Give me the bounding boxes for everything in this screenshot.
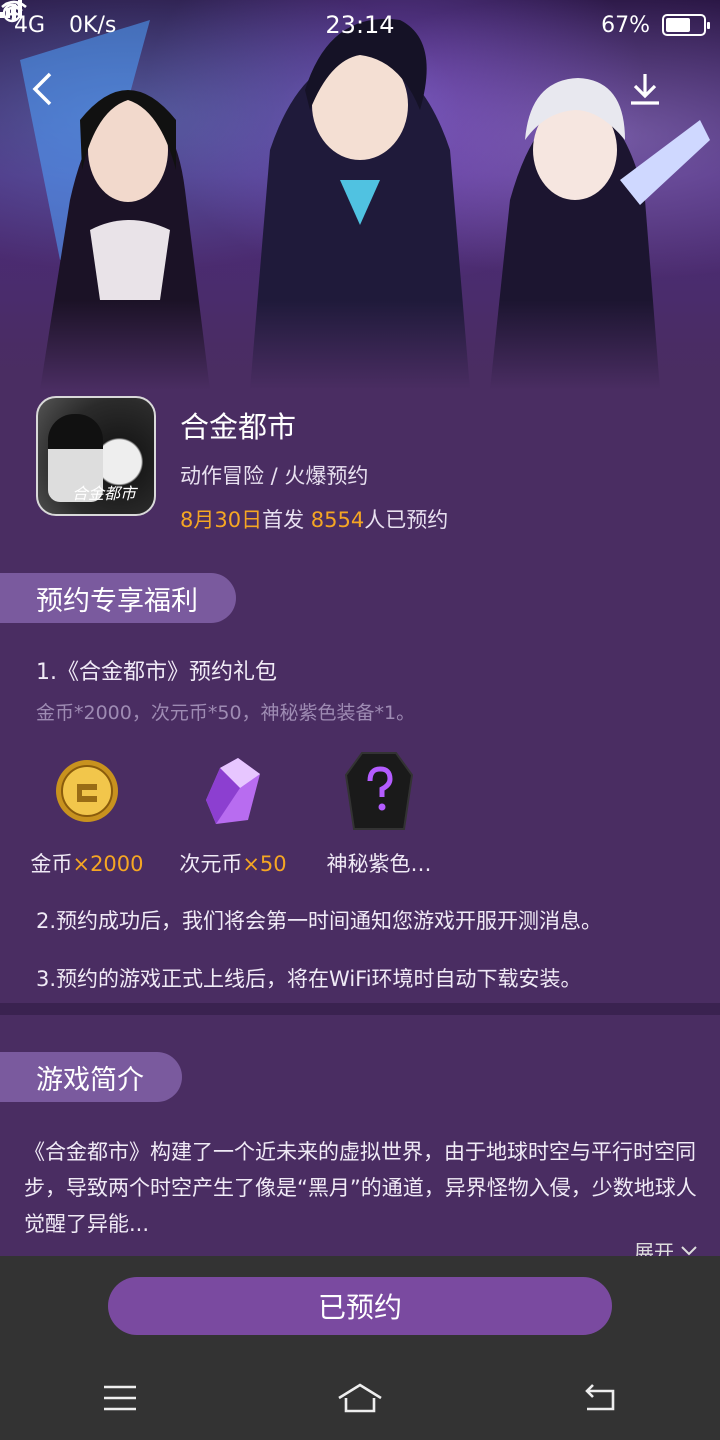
reservation-suffix: 人已预约: [364, 508, 449, 532]
reward-name: 神秘紫色…: [326, 852, 432, 876]
network-speed: 0K/s: [69, 12, 117, 38]
battery-icon: [662, 14, 710, 36]
app-icon-logo: 合金都市: [72, 484, 137, 503]
app-title: 合金都市: [180, 410, 297, 444]
gift-pack-title: 1.《合金都市》预约礼包: [36, 660, 277, 685]
download-button[interactable]: [628, 72, 678, 122]
app-icon: 合金都市: [36, 396, 156, 516]
reward-name: 金币: [30, 852, 73, 876]
reserved-button[interactable]: 已预约: [108, 1277, 612, 1335]
reservation-count: 8554: [310, 508, 365, 532]
purple-crystal-icon: [206, 758, 260, 824]
battery-percent: 67%: [601, 12, 650, 38]
return-icon: [585, 1384, 615, 1411]
benefit-note-3: 3.预约的游戏正式上线后，将在WiFi环境时自动下载安装。: [36, 967, 582, 991]
gift-pack-description: 金币*2000，次元币*50，神秘紫色装备*1。: [36, 702, 416, 724]
home-button[interactable]: [330, 1373, 390, 1423]
benefits-section-title: 预约专享福利: [0, 573, 236, 623]
download-icon: [631, 74, 659, 105]
app-category: 动作冒险 / 火爆预约: [180, 464, 369, 488]
system-nav-bar: [0, 1356, 720, 1440]
home-icon: [338, 1383, 382, 1413]
reward-item: 神秘紫色…: [306, 748, 452, 878]
game-description: 《合金都市》构建了一个近未来的虚拟世界，由于地球时空与平行时空同步，导致两个时空…: [24, 1140, 697, 1236]
battery-fill: [666, 18, 691, 32]
chevron-down-icon: [681, 1245, 697, 1255]
gold-coin-icon: [56, 760, 118, 822]
back-nav-button[interactable]: [570, 1373, 630, 1423]
reward-item: 次元币×50: [160, 748, 306, 878]
mystery-armor-icon: [344, 752, 414, 830]
reward-item: 金币×2000: [14, 748, 160, 878]
reward-list: 金币×2000 次元币×50 神秘紫色…: [14, 748, 452, 878]
status-bar: 4G 0K/s 23:14 67%: [0, 0, 720, 50]
back-button[interactable]: [30, 72, 80, 122]
reward-name: 次元币: [179, 852, 243, 876]
chevron-left-icon: [32, 72, 52, 106]
intro-section-title: 游戏简介: [0, 1052, 182, 1102]
release-date: 8月30日: [180, 508, 263, 532]
reward-quantity: ×2000: [72, 852, 144, 876]
release-suffix: 首发: [262, 508, 305, 532]
menu-icon: [104, 1385, 136, 1411]
app-info: 合金都市 合金都市 动作冒险 / 火爆预约 8月30日首发 8554人已预约: [36, 396, 448, 534]
menu-button[interactable]: [90, 1373, 150, 1423]
benefit-note-2: 2.预约成功后，我们将会第一时间通知您游戏开服开测消息。: [36, 909, 603, 933]
reward-quantity: ×50: [242, 852, 287, 876]
hero-banner: 4G 0K/s 23:14 67%: [0, 0, 720, 390]
app-release-info: 8月30日首发 8554人已预约: [180, 504, 448, 534]
hero-artwork: [0, 18, 720, 390]
section-divider: [0, 1003, 720, 1015]
